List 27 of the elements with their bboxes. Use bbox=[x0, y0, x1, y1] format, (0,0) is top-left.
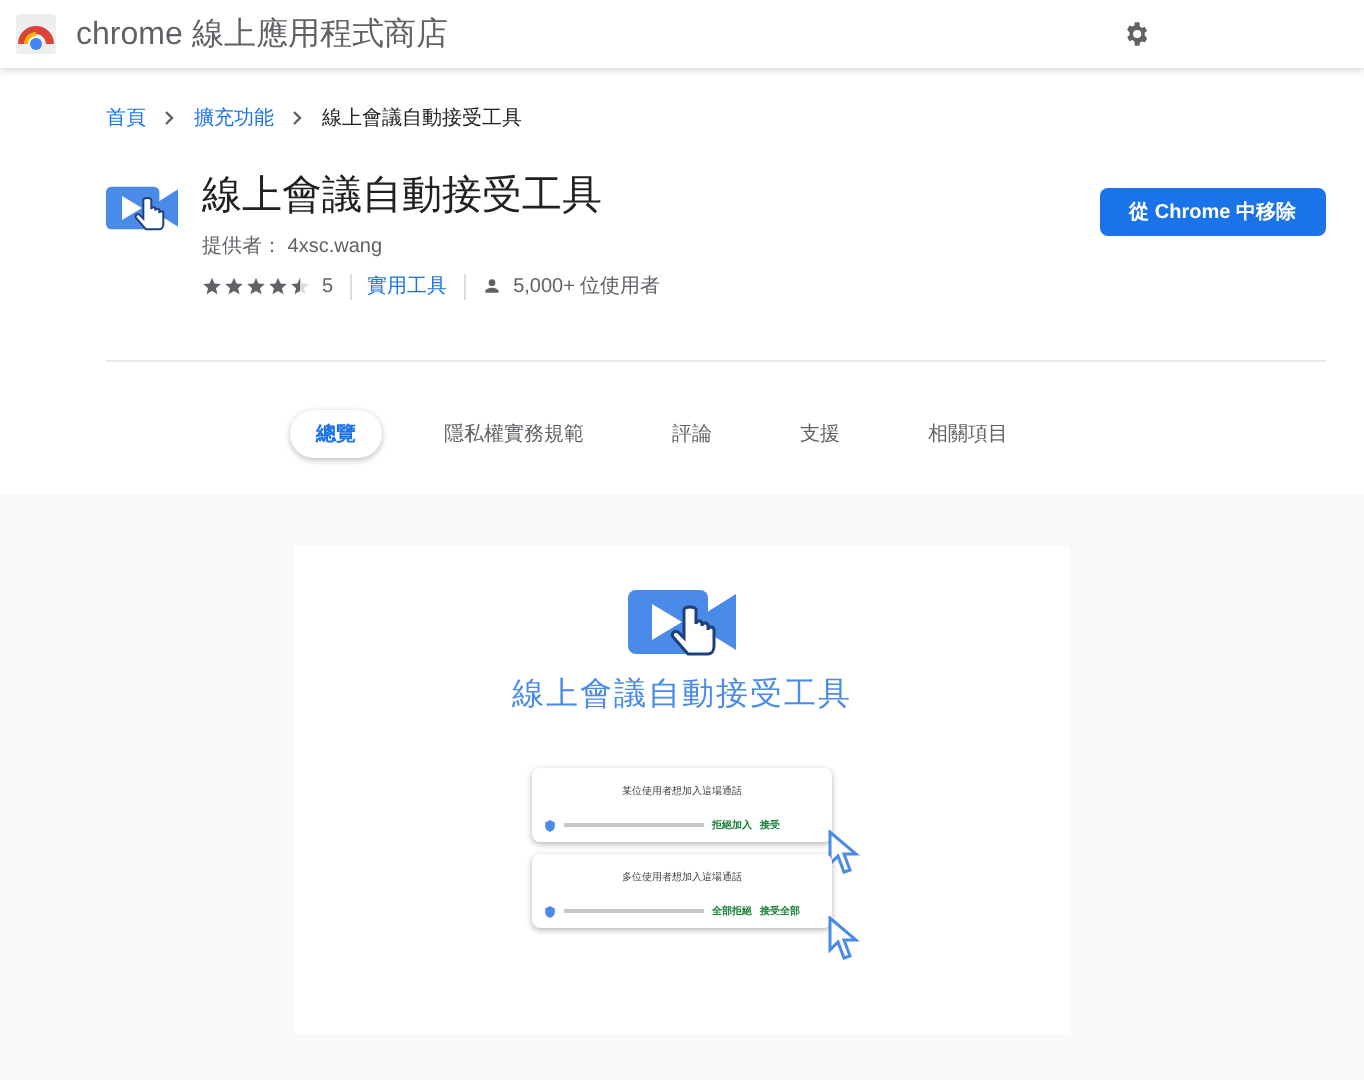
remove-button[interactable]: 從 Chrome 中移除 bbox=[1099, 188, 1326, 236]
preview-title: 線上會議自動接受工具 bbox=[512, 675, 852, 716]
video-camera-icon bbox=[106, 184, 178, 232]
blurred-text-drawing bbox=[564, 822, 704, 828]
settings-icon[interactable] bbox=[1122, 20, 1150, 48]
tab[interactable]: 總覽 bbox=[290, 410, 382, 458]
video-camera-icon bbox=[628, 586, 736, 658]
breadcrumb-link[interactable]: 擴充功能 bbox=[194, 104, 274, 132]
star-icon bbox=[290, 276, 310, 296]
star-icon bbox=[268, 276, 288, 296]
blurred-text-drawing bbox=[564, 908, 704, 914]
user-count: 5,000+ 位使用者 bbox=[513, 273, 661, 300]
extension-name: 線上會議自動接受工具 bbox=[202, 172, 604, 220]
star-icon bbox=[246, 276, 266, 296]
provider-text: 提供者： 4xsc.wang bbox=[202, 233, 385, 260]
shield-icon bbox=[544, 819, 556, 831]
store-title: chrome 線上應用程式商店 bbox=[76, 15, 450, 55]
store-logo-icon[interactable] bbox=[16, 14, 56, 54]
star-icon bbox=[202, 276, 222, 296]
chevron-icon bbox=[290, 110, 306, 126]
person-icon bbox=[481, 276, 502, 296]
shield-icon bbox=[544, 905, 556, 917]
category-link[interactable]: 實用工具 bbox=[367, 272, 448, 300]
rating-count: 5 bbox=[322, 275, 334, 297]
star-icon bbox=[224, 276, 244, 296]
chevron-icon bbox=[162, 110, 178, 126]
breadcrumb-link[interactable]: 首頁 bbox=[106, 104, 146, 132]
